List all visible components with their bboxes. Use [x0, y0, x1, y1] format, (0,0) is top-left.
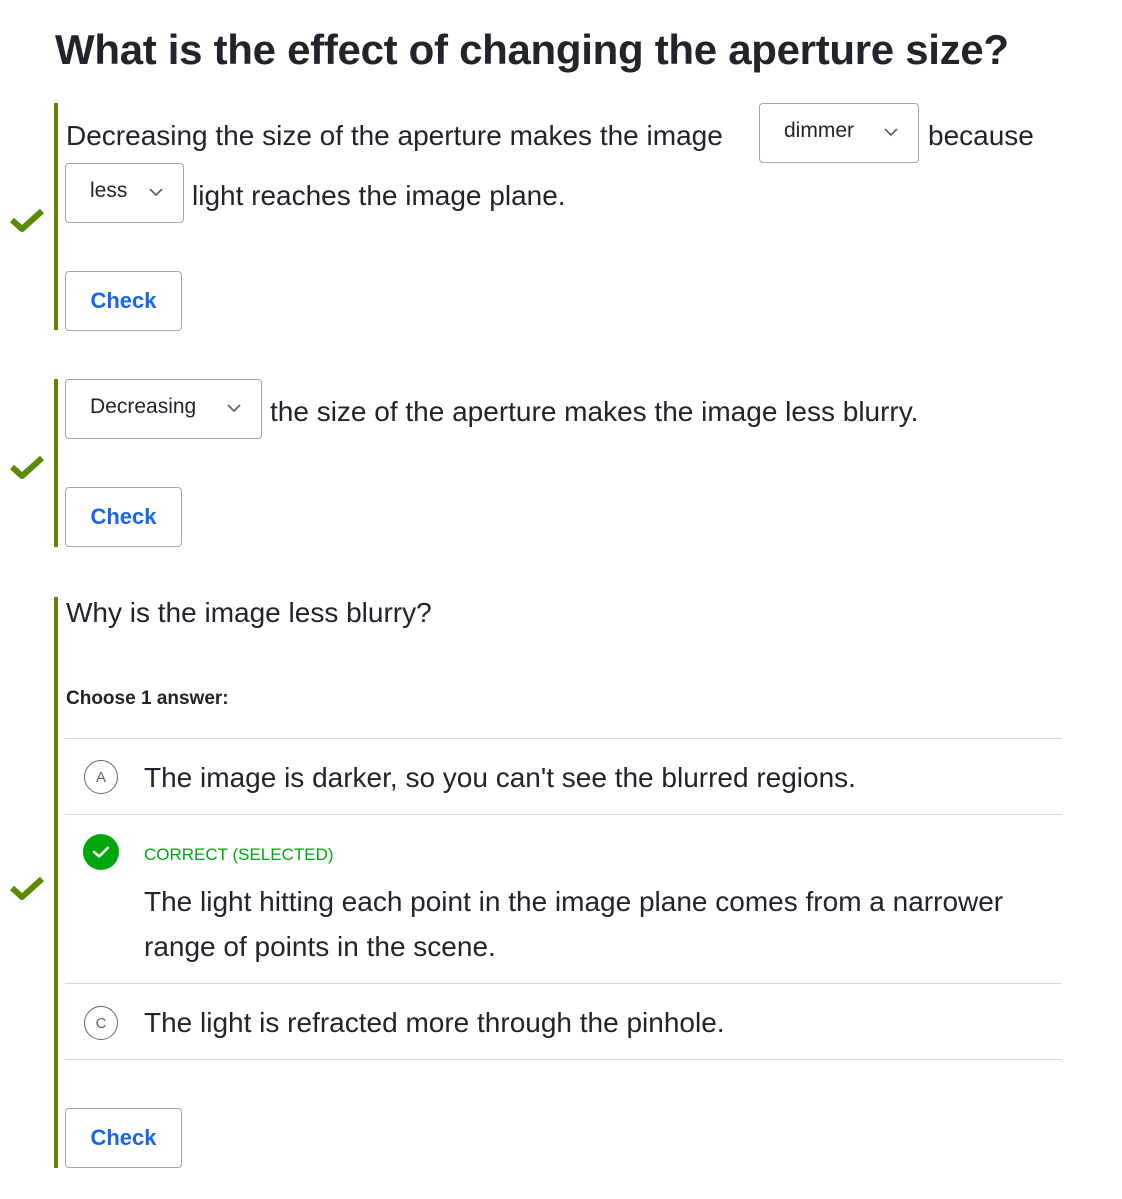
dropdown-value: less	[90, 179, 128, 202]
q1-text-after: light reaches the image plane.	[192, 180, 566, 211]
choose-instruction: Choose 1 answer:	[66, 688, 229, 709]
page-title: What is the effect of changing the apert…	[55, 26, 1009, 73]
q3-checkmark-icon	[10, 876, 44, 900]
choice-divider	[65, 1059, 1062, 1060]
chevron-down-icon	[227, 404, 241, 413]
q2-checkmark-icon	[10, 455, 44, 479]
q2-status-bar	[54, 379, 58, 547]
choice-a-text: The image is darker, so you can't see th…	[144, 762, 856, 793]
q3-status-bar	[54, 597, 58, 1168]
chevron-down-icon	[884, 128, 898, 137]
q3-prompt: Why is the image less blurry?	[66, 597, 432, 628]
correct-status-label: CORRECT (SELECTED)	[144, 845, 334, 864]
choice-a-letter: A	[84, 760, 118, 794]
q1-checkmark-icon	[10, 208, 44, 232]
q1-status-bar	[54, 103, 58, 330]
q1-text-middle: because	[928, 120, 1034, 151]
choice-c-text: The light is refracted more through the …	[144, 1007, 725, 1038]
check-button-label: Check	[90, 504, 157, 529]
correct-check-icon	[83, 834, 119, 870]
choice-b-text: The light hitting each point in the imag…	[144, 886, 1004, 962]
q2-text-after: the size of the aperture makes the image…	[270, 396, 919, 427]
choice-c-letter: C	[84, 1006, 118, 1040]
dropdown-value: Decreasing	[90, 395, 197, 418]
q1-dropdown-brightness[interactable]: dimmer	[759, 103, 919, 163]
chevron-down-icon	[149, 188, 163, 197]
q2-dropdown-change[interactable]: Decreasing	[65, 379, 262, 439]
q3-check-button[interactable]: Check	[65, 1108, 182, 1168]
check-button-label: Check	[90, 1125, 157, 1150]
dropdown-value: dimmer	[784, 119, 855, 142]
q1-dropdown-amount[interactable]: less	[65, 163, 184, 223]
q1-check-button[interactable]: Check	[65, 271, 182, 331]
check-button-label: Check	[90, 288, 157, 313]
q1-text-before: Decreasing the size of the aperture make…	[66, 120, 723, 151]
q2-check-button[interactable]: Check	[65, 487, 182, 547]
